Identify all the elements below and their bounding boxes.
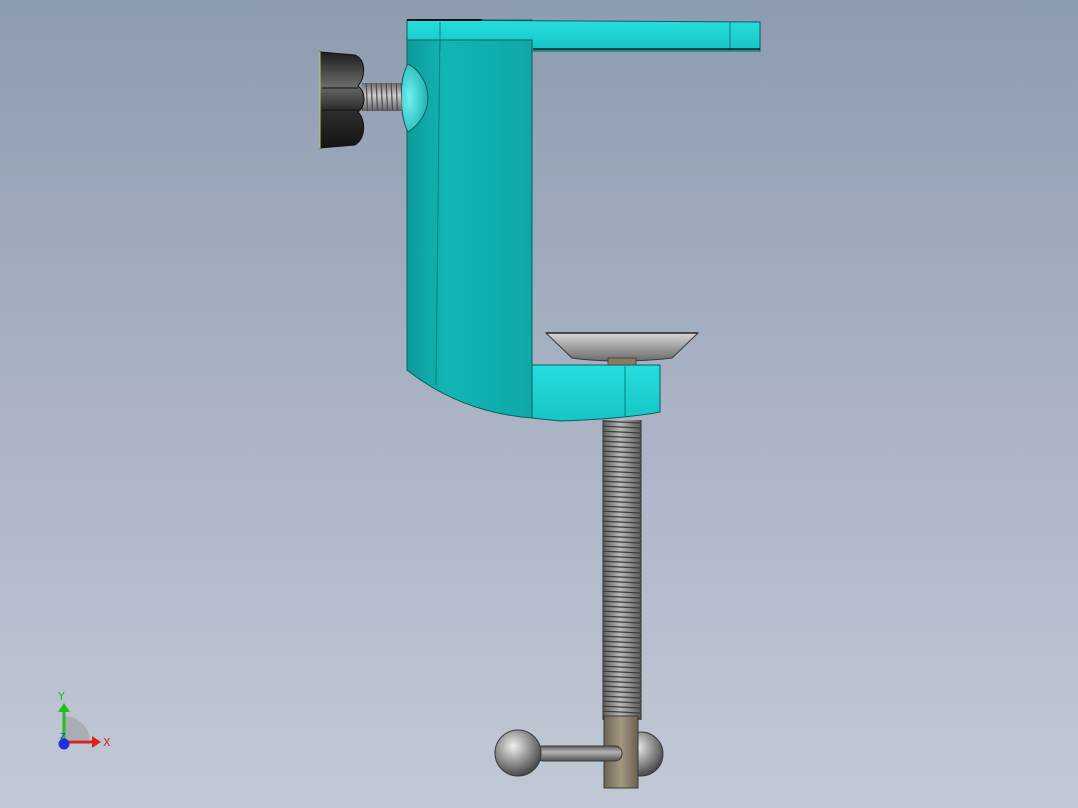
triad-plane-indicator bbox=[64, 715, 90, 740]
x-axis-label: X bbox=[103, 736, 111, 749]
model-scene[interactable]: Y X Z bbox=[0, 0, 1078, 808]
swivel-pad[interactable] bbox=[544, 332, 700, 366]
lead-screw[interactable] bbox=[602, 420, 642, 720]
x-axis-arrow-icon bbox=[92, 736, 101, 748]
clamp-frame[interactable] bbox=[406, 19, 761, 422]
view-triad[interactable]: Y X Z bbox=[57, 690, 111, 750]
t-handle[interactable] bbox=[494, 715, 664, 789]
y-axis-arrow-icon bbox=[58, 703, 70, 712]
z-axis-label: Z bbox=[60, 732, 66, 741]
y-axis-label: Y bbox=[57, 690, 65, 703]
graphics-viewport[interactable]: Y X Z bbox=[0, 0, 1078, 808]
